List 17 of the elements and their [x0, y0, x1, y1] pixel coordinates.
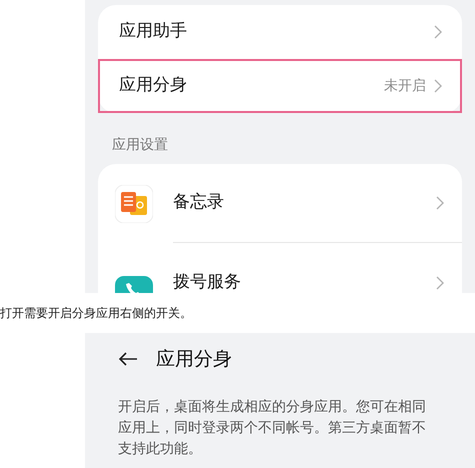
notes-app-icon [115, 184, 153, 222]
chevron-right-icon [436, 196, 444, 210]
app-name[interactable]: 备忘录 [173, 190, 436, 216]
row-label: 应用分身 [119, 74, 188, 98]
caption: 打开需要开启分身应用右侧的开关。 [0, 305, 193, 322]
section-label: 应用设置 [111, 136, 169, 155]
chevron-right-icon [436, 276, 444, 290]
settings-row[interactable]: 应用助手 [98, 5, 462, 59]
row-value: 未开启 [384, 76, 426, 96]
app-name[interactable]: 拨号服务 [173, 270, 436, 293]
back-arrow-icon[interactable] [118, 351, 138, 367]
settings-row[interactable]: 应用分身 未开启 [98, 59, 462, 113]
row-label: 应用助手 [119, 20, 188, 44]
chevron-right-icon [434, 25, 442, 39]
description: 开启后，桌面将生成相应的分身应用。您可在相同应用上，同时登录两个不同帐号。第三方桌面暂不支持此功能。 [118, 398, 427, 459]
chevron-right-icon [434, 79, 442, 93]
page-title: 应用分身 [156, 346, 232, 372]
